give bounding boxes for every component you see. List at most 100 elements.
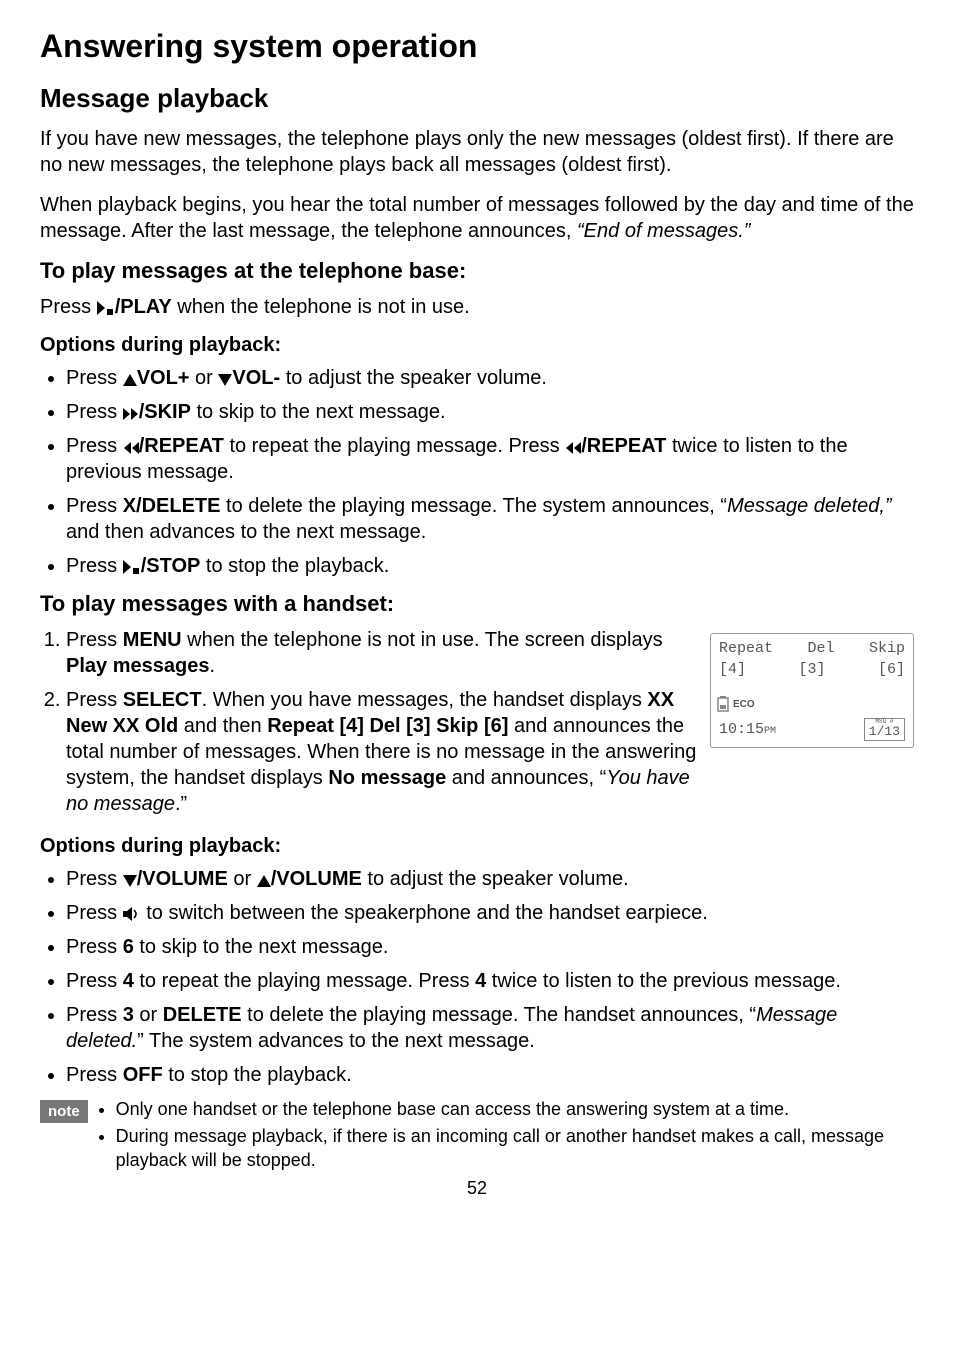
page-title: Answering system operation	[40, 28, 914, 65]
list-item: Press MENU when the telephone is not in …	[66, 627, 700, 679]
note-row: note Only one handset or the telephone b…	[40, 1098, 914, 1176]
key-label: /REPEAT	[581, 435, 666, 457]
key-label: SELECT	[123, 689, 202, 711]
key-label: OFF	[123, 1064, 163, 1086]
section-heading: Message playback	[40, 83, 914, 114]
text: Press	[66, 902, 123, 924]
battery-icon	[717, 696, 729, 712]
screen-repeat-label: Repeat	[719, 640, 773, 657]
list-item: Press SELECT. When you have messages, th…	[66, 687, 700, 817]
text: When playback begins, you hear the total…	[40, 194, 914, 242]
bold-text: Repeat [4] Del [3] Skip [6]	[267, 715, 508, 737]
text: .	[209, 655, 215, 677]
up-triangle-icon	[123, 374, 137, 386]
text: twice to listen to the previous message.	[486, 970, 841, 992]
screen-repeat-key: [4]	[719, 661, 746, 678]
rewind-icon	[123, 442, 139, 454]
screen-time: 10:15PM	[719, 721, 776, 738]
screen-eco-label: ECO	[733, 699, 755, 710]
key-label: DELETE	[163, 1004, 242, 1026]
text: to adjust the speaker volume.	[362, 868, 629, 890]
list-item: Press X/DELETE to delete the playing mes…	[66, 493, 914, 545]
text: or	[189, 367, 218, 389]
down-triangle-icon	[123, 875, 137, 887]
text: Press	[66, 401, 123, 423]
list-item: Only one handset or the telephone base c…	[116, 1098, 914, 1121]
list-item: Press 6 to skip to the next message.	[66, 934, 914, 960]
intro-paragraph-1: If you have new messages, the telephone …	[40, 126, 914, 178]
list-item: Press /STOP to stop the playback.	[66, 553, 914, 579]
text: or	[228, 868, 257, 890]
key-label: 3	[123, 1004, 134, 1026]
base-heading: To play messages at the telephone base:	[40, 258, 914, 284]
handset-options-list: Press /VOLUME or /VOLUME to adjust the s…	[40, 866, 914, 1088]
key-label: 6	[123, 936, 134, 958]
key-label: 4	[475, 970, 486, 992]
text: to skip to the next message.	[191, 401, 446, 423]
key-label: /VOLUME	[137, 868, 228, 890]
handset-heading: To play messages with a handset:	[40, 591, 914, 617]
list-item: Press /VOLUME or /VOLUME to adjust the s…	[66, 866, 914, 892]
list-item: Press 4 to repeat the playing message. P…	[66, 968, 914, 994]
key-label: /STOP	[141, 555, 201, 577]
up-triangle-icon	[257, 875, 271, 887]
base-options-heading: Options during playback:	[40, 334, 914, 357]
list-item: Press /SKIP to skip to the next message.	[66, 399, 914, 425]
text: and announces, “	[446, 767, 606, 789]
text: to skip to the next message.	[134, 936, 389, 958]
text: to adjust the speaker volume.	[280, 367, 547, 389]
screen-bottom-row: 10:15PM MSG # 1/13	[717, 718, 907, 741]
text: Press	[66, 495, 123, 517]
key-label: MENU	[123, 629, 182, 651]
screen-eco-row: ECO	[717, 694, 907, 718]
note-list: Only one handset or the telephone base c…	[98, 1098, 914, 1176]
handset-options-heading: Options during playback:	[40, 835, 914, 858]
text: to repeat the playing message. Press	[224, 435, 565, 457]
screen-skip-key: [6]	[878, 661, 905, 678]
list-item: During message playback, if there is an …	[116, 1125, 914, 1172]
note-badge: note	[40, 1100, 88, 1123]
list-item: Press VOL+ or VOL- to adjust the speaker…	[66, 365, 914, 391]
key-label: VOL-	[232, 367, 280, 389]
rewind-icon	[565, 442, 581, 454]
play-stop-icon	[123, 560, 141, 574]
list-item: Press to switch between the speakerphone…	[66, 900, 914, 926]
italic-text: “End of messages.”	[577, 220, 750, 242]
text: Press	[66, 435, 123, 457]
text: when the telephone is not in use.	[172, 296, 470, 318]
text: to stop the playback.	[200, 555, 389, 577]
key-label: /SKIP	[139, 401, 191, 423]
handset-row: Press MENU when the telephone is not in …	[40, 627, 914, 827]
list-item: Press /REPEAT to repeat the playing mess…	[66, 433, 914, 485]
text: Press	[66, 1064, 123, 1086]
key-label: /VOLUME	[271, 868, 362, 890]
handset-steps-col: Press MENU when the telephone is not in …	[40, 627, 700, 827]
page-number: 52	[40, 1178, 914, 1199]
text: . When you have messages, the handset di…	[202, 689, 648, 711]
page: Answering system operation Message playb…	[0, 0, 954, 1354]
screen-msg-box: MSG # 1/13	[864, 718, 905, 741]
key-label: VOL+	[137, 367, 190, 389]
text: Press	[66, 629, 123, 651]
text: Press	[40, 296, 97, 318]
text: to switch between the speakerphone and t…	[141, 902, 708, 924]
base-instruction: Press /PLAY when the telephone is not in…	[40, 294, 914, 320]
screen-msg-count: 1/13	[869, 724, 900, 740]
text: when the telephone is not in use. The sc…	[182, 629, 663, 651]
text: to repeat the playing message. Press	[134, 970, 475, 992]
key-label: X/DELETE	[123, 495, 221, 517]
bold-text: No message	[328, 767, 446, 789]
italic-text: Message deleted,”	[727, 495, 892, 517]
screen-spacer	[717, 680, 907, 694]
play-stop-icon	[97, 301, 115, 315]
screen-del-key: [3]	[798, 661, 825, 678]
text: Press	[66, 970, 123, 992]
text: to delete the playing message. The hands…	[242, 1004, 756, 1026]
text: Press	[66, 1004, 123, 1026]
text: ” The system advances to the next messag…	[137, 1030, 535, 1052]
down-triangle-icon	[218, 374, 232, 386]
text: Press	[66, 367, 123, 389]
text: to delete the playing message. The syste…	[220, 495, 727, 517]
list-item: Press OFF to stop the playback.	[66, 1062, 914, 1088]
text: Press	[66, 936, 123, 958]
